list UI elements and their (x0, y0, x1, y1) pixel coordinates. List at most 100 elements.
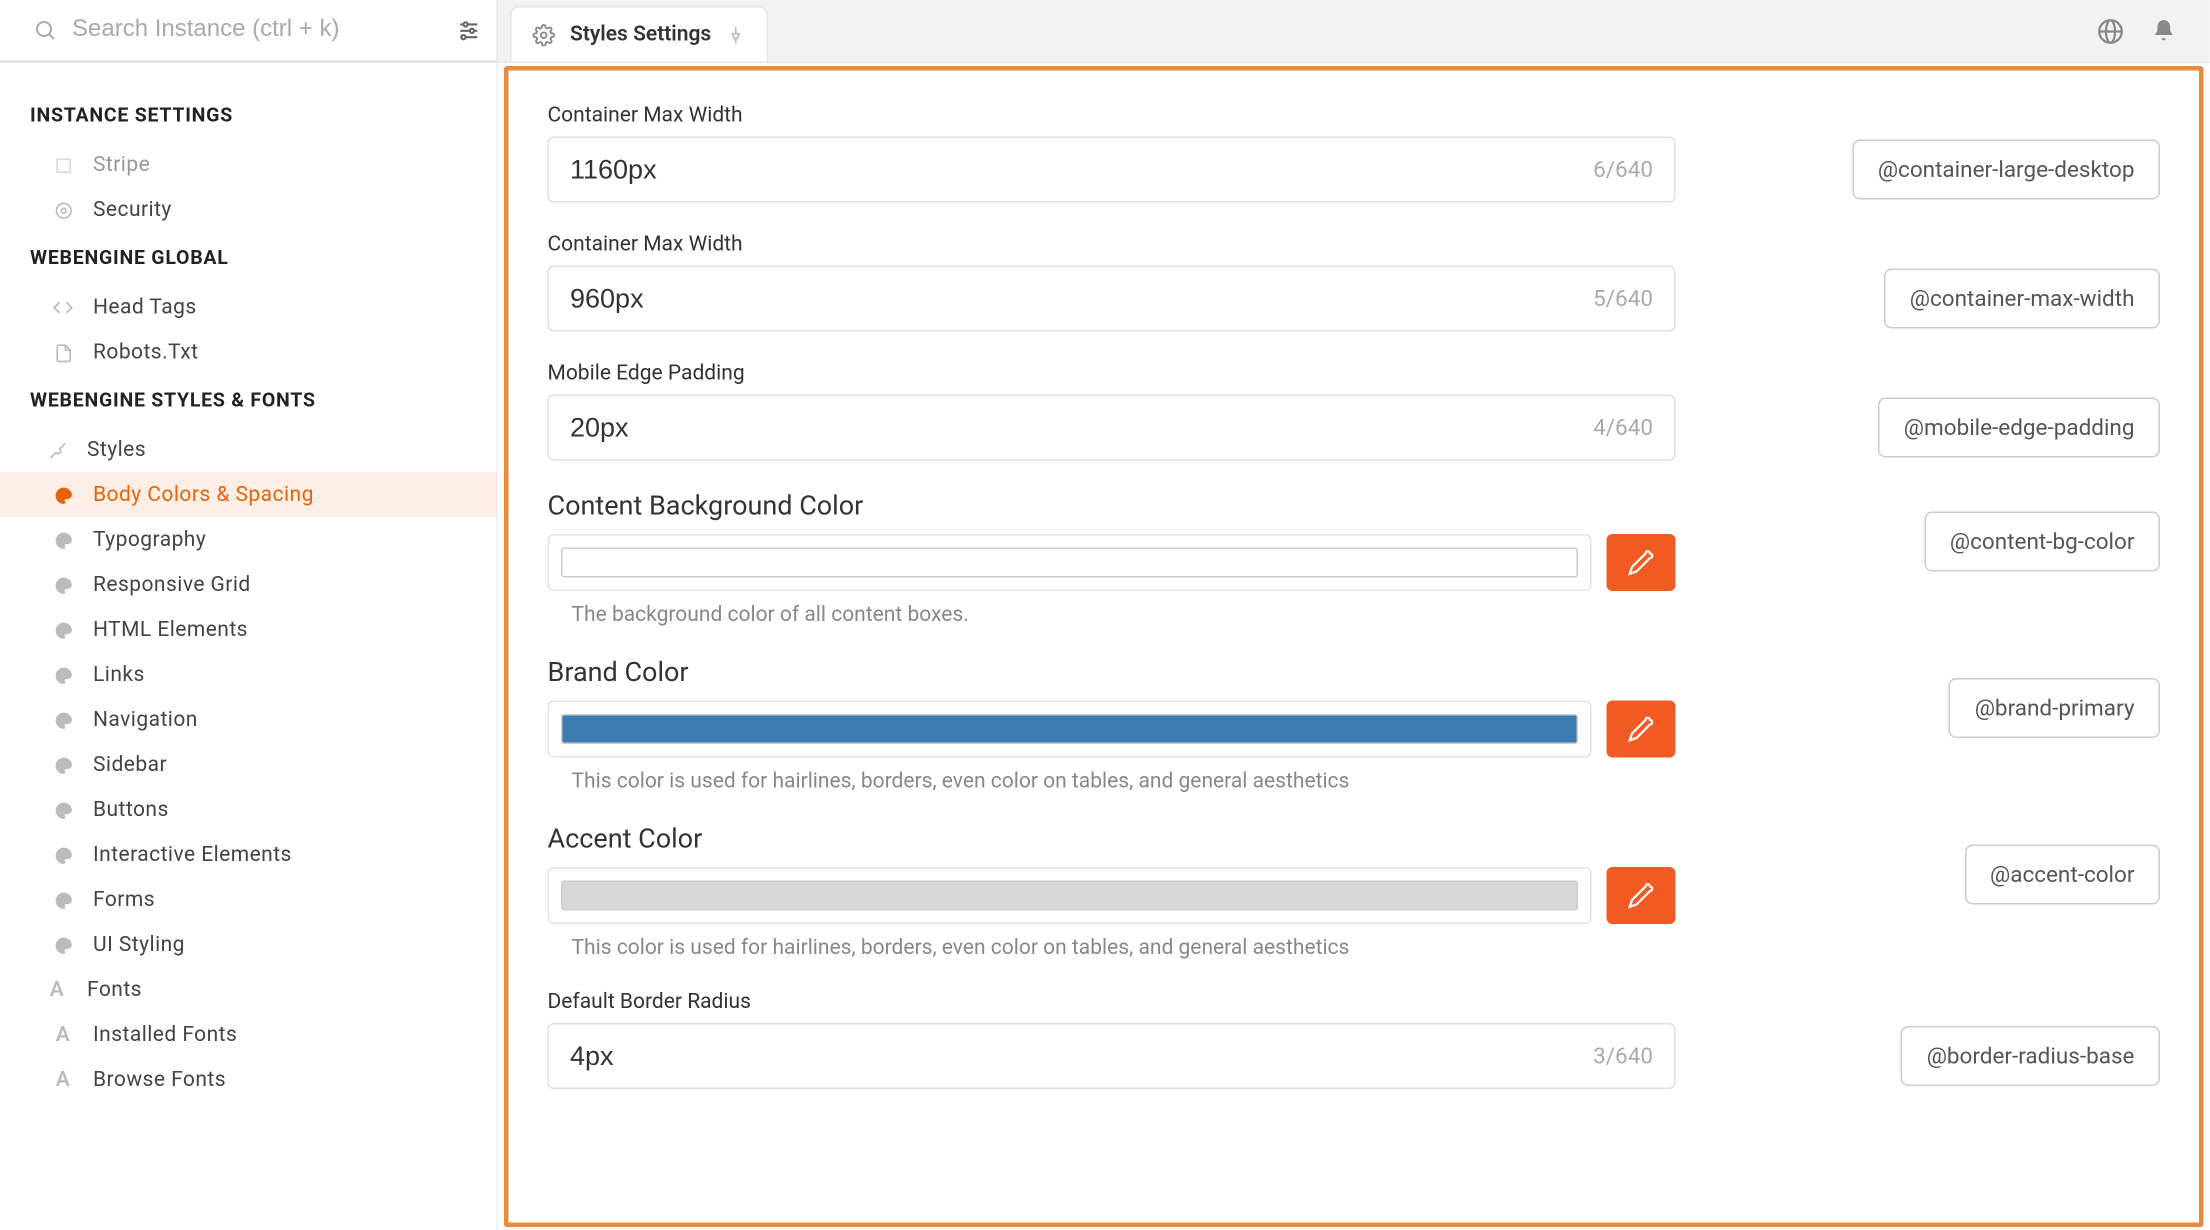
color-picker-button[interactable] (1607, 701, 1676, 758)
field-container-max-width: Container Max Width 5/640 @container-max… (548, 233, 2161, 332)
palette-icon (51, 890, 75, 910)
gear-icon (51, 200, 75, 220)
field-label: Container Max Width (548, 104, 1676, 128)
variable-pill[interactable]: @brand-primary (1949, 678, 2160, 738)
palette-icon (51, 755, 75, 775)
text-value[interactable] (570, 154, 1593, 186)
char-counter: 5/640 (1593, 285, 1653, 312)
text-value[interactable] (570, 1040, 1593, 1072)
pin-icon[interactable] (726, 25, 746, 45)
text-value[interactable] (570, 283, 1593, 315)
color-input[interactable] (548, 701, 1592, 758)
section-styles-fonts: WEBENGINE STYLES & FONTS (0, 375, 497, 428)
sidebar-item-fonts[interactable]: A Fonts (0, 968, 497, 1013)
stripe-icon (51, 155, 75, 175)
code-icon (51, 297, 75, 318)
gear-icon (533, 23, 556, 46)
topbar-actions (2097, 0, 2210, 62)
field-label: Brand Color (548, 657, 1676, 689)
field-border-radius-base: Default Border Radius 3/640 @border-radi… (548, 990, 2161, 1089)
sidebar-item-sidebar[interactable]: Sidebar (0, 743, 497, 788)
variable-pill[interactable]: @border-radius-base (1901, 1026, 2160, 1086)
color-swatch (561, 714, 1578, 744)
field-label: Mobile Edge Padding (548, 362, 1676, 386)
main-panel: Container Max Width 6/640 @container-lar… (504, 66, 2204, 1227)
field-label: Default Border Radius (548, 990, 1676, 1014)
field-help: This color is used for hairlines, border… (548, 770, 1676, 794)
sidebar-item-links[interactable]: Links (0, 653, 497, 698)
field-content-bg-color: Content Background Color The background … (548, 491, 2161, 628)
sidebar-item-typography[interactable]: Typography (0, 518, 497, 563)
variable-pill[interactable]: @container-large-desktop (1852, 140, 2160, 200)
section-webengine-global: WEBENGINE GLOBAL (0, 233, 497, 286)
color-picker-button[interactable] (1607, 534, 1676, 591)
sidebar-item-installed-fonts[interactable]: A Installed Fonts (0, 1013, 497, 1058)
palette-icon (51, 800, 75, 820)
text-value[interactable] (570, 412, 1593, 444)
color-swatch (561, 881, 1578, 911)
variable-pill[interactable]: @content-bg-color (1924, 512, 2160, 572)
color-picker-button[interactable] (1607, 867, 1676, 924)
field-label: Container Max Width (548, 233, 1676, 257)
sidebar-item-html-elements[interactable]: HTML Elements (0, 608, 497, 653)
tab-bar: Styles Settings (498, 0, 2097, 62)
field-label: Content Background Color (548, 491, 1676, 523)
sidebar-item-interactive-elements[interactable]: Interactive Elements (0, 833, 497, 878)
field-label: Accent Color (548, 824, 1676, 856)
sidebar-item-stripe[interactable]: Stripe (0, 143, 497, 188)
palette-icon (51, 935, 75, 955)
palette-icon (51, 845, 75, 865)
sliders-icon[interactable] (456, 17, 482, 43)
search-icon (33, 18, 57, 42)
field-mobile-edge-padding: Mobile Edge Padding 4/640 @mobile-edge-p… (548, 362, 2161, 461)
sidebar-item-ui-styling[interactable]: UI Styling (0, 923, 497, 968)
font-a-icon: A (45, 978, 69, 1002)
text-input[interactable]: 5/640 (548, 266, 1676, 332)
palette-icon (51, 620, 75, 640)
palette-icon (51, 665, 75, 685)
tab-label: Styles Settings (570, 23, 711, 47)
sidebar-item-robots[interactable]: Robots.Txt (0, 330, 497, 375)
brush-icon (45, 440, 69, 460)
top-bar: Styles Settings (0, 0, 2210, 63)
search-input[interactable] (72, 17, 456, 44)
text-input[interactable]: 6/640 (548, 137, 1676, 203)
globe-icon[interactable] (2097, 17, 2124, 44)
color-swatch (561, 548, 1578, 578)
palette-icon (51, 530, 75, 550)
palette-icon (51, 485, 75, 505)
variable-pill[interactable]: @accent-color (1965, 845, 2160, 905)
field-container-large-desktop: Container Max Width 6/640 @container-lar… (548, 104, 2161, 203)
sidebar-item-forms[interactable]: Forms (0, 878, 497, 923)
sidebar-item-navigation[interactable]: Navigation (0, 698, 497, 743)
sidebar-item-browse-fonts[interactable]: A Browse Fonts (0, 1058, 497, 1103)
font-a-icon: A (51, 1023, 75, 1047)
font-a-icon: A (51, 1068, 75, 1092)
sidebar-item-responsive-grid[interactable]: Responsive Grid (0, 563, 497, 608)
field-accent-color: Accent Color This color is used for hair… (548, 824, 2161, 961)
variable-pill[interactable]: @mobile-edge-padding (1878, 398, 2160, 458)
text-input[interactable]: 3/640 (548, 1023, 1676, 1089)
search-container (0, 0, 498, 62)
field-brand-color: Brand Color This color is used for hairl… (548, 657, 2161, 794)
sidebar-item-body-colors[interactable]: Body Colors & Spacing (0, 473, 497, 518)
text-input[interactable]: 4/640 (548, 395, 1676, 461)
section-instance-settings: INSTANCE SETTINGS (0, 90, 497, 143)
palette-icon (51, 575, 75, 595)
palette-icon (51, 710, 75, 730)
char-counter: 6/640 (1593, 156, 1653, 183)
sidebar-item-head-tags[interactable]: Head Tags (0, 285, 497, 330)
color-input[interactable] (548, 867, 1592, 924)
sidebar-item-styles[interactable]: Styles (0, 428, 497, 473)
char-counter: 4/640 (1593, 414, 1653, 441)
sidebar-item-security[interactable]: Security (0, 188, 497, 233)
sidebar: INSTANCE SETTINGS Stripe Security WEBENG… (0, 63, 498, 1230)
char-counter: 3/640 (1593, 1043, 1653, 1070)
bell-icon[interactable] (2151, 18, 2177, 44)
variable-pill[interactable]: @container-max-width (1884, 269, 2160, 329)
sidebar-item-buttons[interactable]: Buttons (0, 788, 497, 833)
color-input[interactable] (548, 534, 1592, 591)
tab-styles-settings[interactable]: Styles Settings (510, 6, 768, 62)
file-icon (51, 343, 75, 363)
field-help: This color is used for hairlines, border… (548, 936, 1676, 960)
